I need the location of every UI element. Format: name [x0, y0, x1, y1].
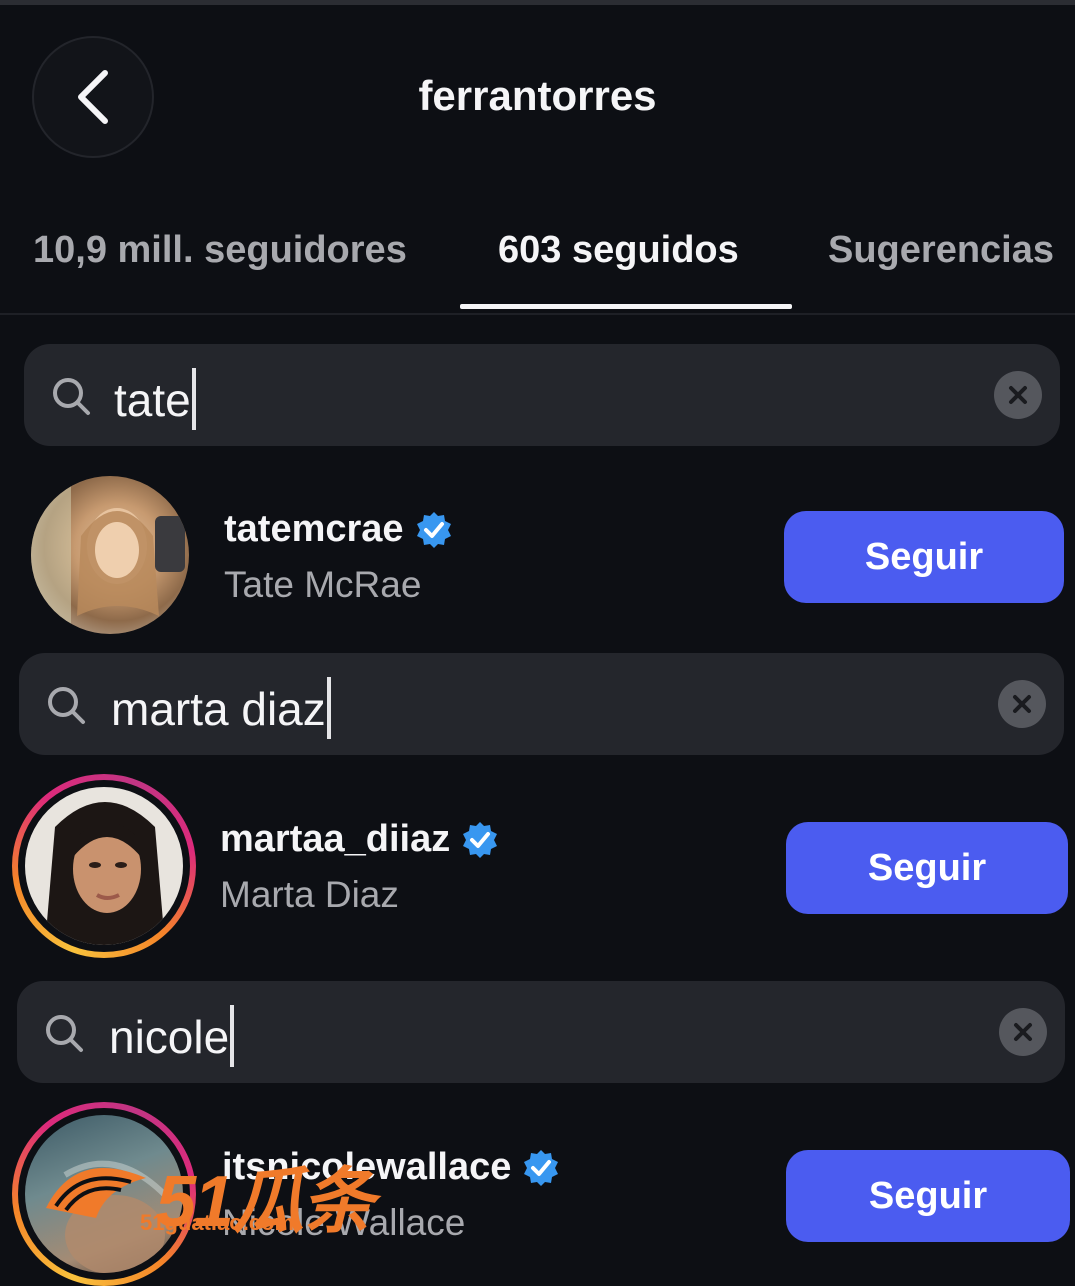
verified-badge-icon: [414, 510, 454, 550]
full-name: Tate McRae: [224, 564, 422, 605]
search-bar[interactable]: marta diaz: [19, 653, 1064, 755]
list-item[interactable]: tatemcrae Tate McRae Seguir: [0, 472, 1075, 642]
clear-search-button[interactable]: [998, 680, 1046, 728]
tab-followers[interactable]: 10,9 mill. seguidores: [33, 229, 407, 272]
follow-button[interactable]: Seguir: [784, 511, 1064, 603]
search-bar[interactable]: nicole: [17, 981, 1065, 1083]
follow-button[interactable]: Seguir: [786, 1150, 1070, 1242]
avatar-photo: [45, 802, 165, 945]
list-item[interactable]: martaa_diiaz Marta Diaz Seguir: [0, 774, 1075, 958]
watermark-url: 51guatiao.com: [140, 1210, 295, 1235]
active-tab-indicator: [460, 304, 792, 309]
full-name: Marta Diaz: [220, 874, 399, 915]
tab-bar: 10,9 mill. seguidores 603 seguidos Suger…: [0, 205, 1075, 315]
watermark-logo-icon: [46, 1168, 146, 1218]
clear-search-button[interactable]: [999, 1008, 1047, 1056]
page-title: ferrantorres: [418, 72, 657, 119]
clear-search-button[interactable]: [994, 371, 1042, 419]
tab-suggestions[interactable]: Sugerencias: [828, 229, 1054, 272]
search-icon: [46, 1015, 83, 1052]
text-cursor: [326, 677, 331, 739]
follow-button[interactable]: Seguir: [786, 822, 1068, 914]
close-icon: [1013, 695, 1031, 713]
search-icon: [53, 378, 90, 415]
username[interactable]: martaa_diiaz: [220, 818, 500, 861]
watermark: 51瓜条 51guatiao.com: [36, 1138, 376, 1242]
avatar[interactable]: [31, 476, 189, 634]
search-bar[interactable]: tate: [24, 344, 1060, 446]
search-input[interactable]: nicole: [109, 1005, 235, 1067]
text-cursor: [191, 368, 196, 430]
avatar-photo: [31, 476, 185, 634]
search-icon: [48, 687, 85, 724]
search-input[interactable]: tate: [114, 368, 196, 430]
tab-following[interactable]: 603 seguidos: [498, 229, 739, 272]
search-input[interactable]: marta diaz: [111, 677, 331, 739]
close-icon: [1009, 386, 1027, 404]
close-icon: [1014, 1023, 1032, 1041]
avatar[interactable]: [25, 787, 183, 945]
top-edge: [0, 0, 1075, 5]
verified-badge-icon: [521, 1148, 561, 1188]
text-cursor: [230, 1005, 235, 1067]
verified-badge-icon: [460, 820, 500, 860]
username[interactable]: tatemcrae: [224, 508, 454, 551]
